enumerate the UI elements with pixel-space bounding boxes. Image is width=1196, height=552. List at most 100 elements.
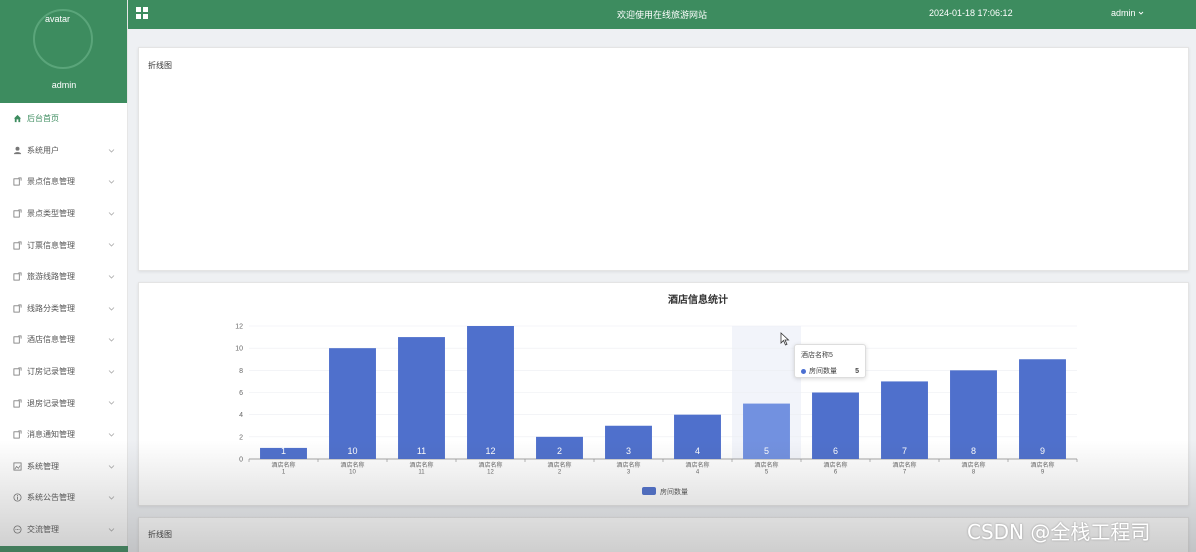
mouse-cursor-icon (780, 332, 790, 346)
edit-icon (12, 398, 22, 408)
sidebar-item-label: 系统用户 (27, 145, 59, 155)
sidebar-item-1[interactable]: 系统用户 (0, 135, 127, 167)
site-title: 欢迎使用在线旅游网站 (616, 10, 707, 20)
user-dropdown-label: admin (1111, 8, 1136, 18)
x-tick-label: 酒店名称 (754, 461, 778, 469)
chevron-down-icon (108, 338, 115, 342)
bar-data-label: 4 (695, 446, 700, 456)
avatar-alt-text: avatar (45, 14, 71, 24)
y-tick-label: 8 (239, 368, 243, 375)
x-tick-label: 酒店名称 (616, 461, 640, 469)
sidebar-item-label: 后台首页 (27, 114, 59, 124)
x-tick-label: 酒店名称 (340, 461, 364, 469)
tooltip-title: 酒店名称5 (801, 352, 833, 359)
tooltip-row: 房间数量 5 (801, 366, 859, 376)
edit-icon (12, 430, 22, 440)
sidebar-item-3[interactable]: 景点类型管理 (0, 198, 127, 230)
sidebar-item-label: 景点信息管理 (27, 177, 75, 187)
chevron-down-icon (108, 433, 115, 437)
x-tick-label: 5 (765, 470, 769, 476)
sidebar-item-8[interactable]: 订房记录管理 (0, 356, 127, 388)
x-tick-label: 酒店名称 (478, 461, 502, 469)
watermark: CSDN @全栈工程司 (967, 520, 1151, 544)
chevron-down-icon (108, 148, 115, 153)
hotel-bar-chart: 酒店信息统计0246810121酒店名称110酒店名称1011酒店名称1112酒… (235, 293, 1078, 496)
sidebar-item-2[interactable]: 景点信息管理 (0, 166, 127, 198)
bar-data-label: 7 (902, 446, 907, 456)
x-tick-label: 酒店名称 (823, 461, 847, 469)
sidebar-item-label: 系统管理 (27, 461, 59, 471)
bar-data-label: 9 (1040, 446, 1045, 456)
bar-data-label: 11 (417, 446, 426, 456)
sidebar-item-label: 线路分类管理 (27, 303, 75, 313)
x-tick-label: 2 (558, 470, 562, 476)
chevron-down-icon (108, 306, 115, 311)
line-chart-card-2-title: 折线图 (148, 530, 172, 539)
y-tick-label: 0 (239, 457, 243, 464)
x-tick-label: 8 (972, 470, 976, 476)
bar (398, 337, 445, 459)
hotel-stats-card: 酒店信息统计 0 2 4 6 8 10 12 1 酒店名称 1 10 酒店名称 10 11 酒店名称 11 12 酒… (138, 282, 1189, 506)
x-tick-label: 4 (696, 470, 700, 476)
sidebar-item-label: 订票信息管理 (27, 240, 75, 250)
bar (329, 348, 376, 459)
chevron-down-icon (108, 180, 115, 184)
x-tick-label: 11 (418, 470, 425, 476)
x-tick-label: 12 (487, 470, 494, 476)
chevron-down-icon (108, 496, 115, 500)
x-tick-label: 3 (627, 470, 631, 476)
sidebar-item-label: 消息通知管理 (27, 430, 75, 440)
legend-swatch (642, 487, 656, 495)
sidebar-item-5[interactable]: 旅游线路管理 (0, 261, 127, 293)
chevron-down-icon (1138, 11, 1143, 15)
sidebar-item-11[interactable]: 系统管理 (0, 451, 127, 483)
sidebar-item-0[interactable]: 后台首页 (0, 103, 127, 135)
bar-data-label: 1 (281, 446, 286, 456)
x-tick-label: 1 (282, 470, 286, 476)
bar (1019, 359, 1066, 459)
bar-data-label: 5 (764, 446, 769, 456)
x-tick-label: 酒店名称 (547, 461, 571, 469)
profile-username: admin (51, 80, 77, 90)
y-tick-label: 6 (239, 390, 243, 397)
user-dropdown[interactable]: admin (1111, 8, 1144, 18)
tooltip-value: 5 (855, 367, 859, 375)
bar-data-label: 12 (485, 446, 495, 456)
bar-data-label: 10 (347, 446, 357, 456)
chevron-down-icon (108, 527, 115, 532)
sidebar-item-13[interactable]: 交流管理 (0, 514, 127, 546)
sidebar: avatar admin 后台首页系统用户景点信息管理 景点类型管理 订票信息管理旅… (0, 0, 128, 552)
chevron-down-icon (108, 243, 115, 247)
x-tick-label: 10 (349, 470, 356, 476)
sidebar-item-10[interactable]: 消息通知管理 (0, 419, 127, 451)
tooltip-series-name: 房间数量 (809, 368, 837, 375)
x-tick-label: 7 (903, 470, 907, 476)
y-tick-label: 10 (235, 346, 243, 353)
x-tick-label: 酒店名称 (892, 461, 916, 469)
home-icon (12, 114, 22, 124)
chat-icon (12, 525, 22, 535)
chart-title: 酒店信息统计 (668, 293, 728, 306)
x-tick-label: 酒店名称 (271, 461, 295, 469)
x-tick-label: 酒店名称 (1030, 461, 1054, 469)
chevron-down-icon (108, 369, 115, 374)
sidebar-item-4[interactable]: 订票信息管理 (0, 229, 127, 261)
picture-icon (12, 461, 22, 471)
y-tick-label: 12 (235, 324, 243, 331)
legend-label: 房间数量 (660, 487, 688, 496)
chevron-down-icon (108, 211, 115, 216)
edit-icon (12, 272, 22, 282)
bar-data-label: 6 (833, 446, 838, 456)
sidebar-item-label: 交流管理 (27, 525, 59, 535)
sidebar-item-label: 景点类型管理 (27, 209, 75, 219)
line-chart-card-title: 折线图 (148, 61, 172, 70)
sidebar-item-label: 系统公告管理 (27, 493, 75, 503)
sidebar-item-9[interactable]: 退房记录管理 (0, 387, 127, 419)
x-tick-label: 酒店名称 (409, 461, 433, 469)
sidebar-item-label: 退房记录管理 (27, 398, 75, 408)
sidebar-item-7[interactable]: 酒店信息管理 (0, 324, 127, 356)
header-datetime: 2024-01-18 17:06:12 (929, 8, 1013, 18)
bar (467, 326, 514, 459)
sidebar-item-12[interactable]: 系统公告管理 (0, 482, 127, 514)
sidebar-item-6[interactable]: 线路分类管理 (0, 293, 127, 325)
